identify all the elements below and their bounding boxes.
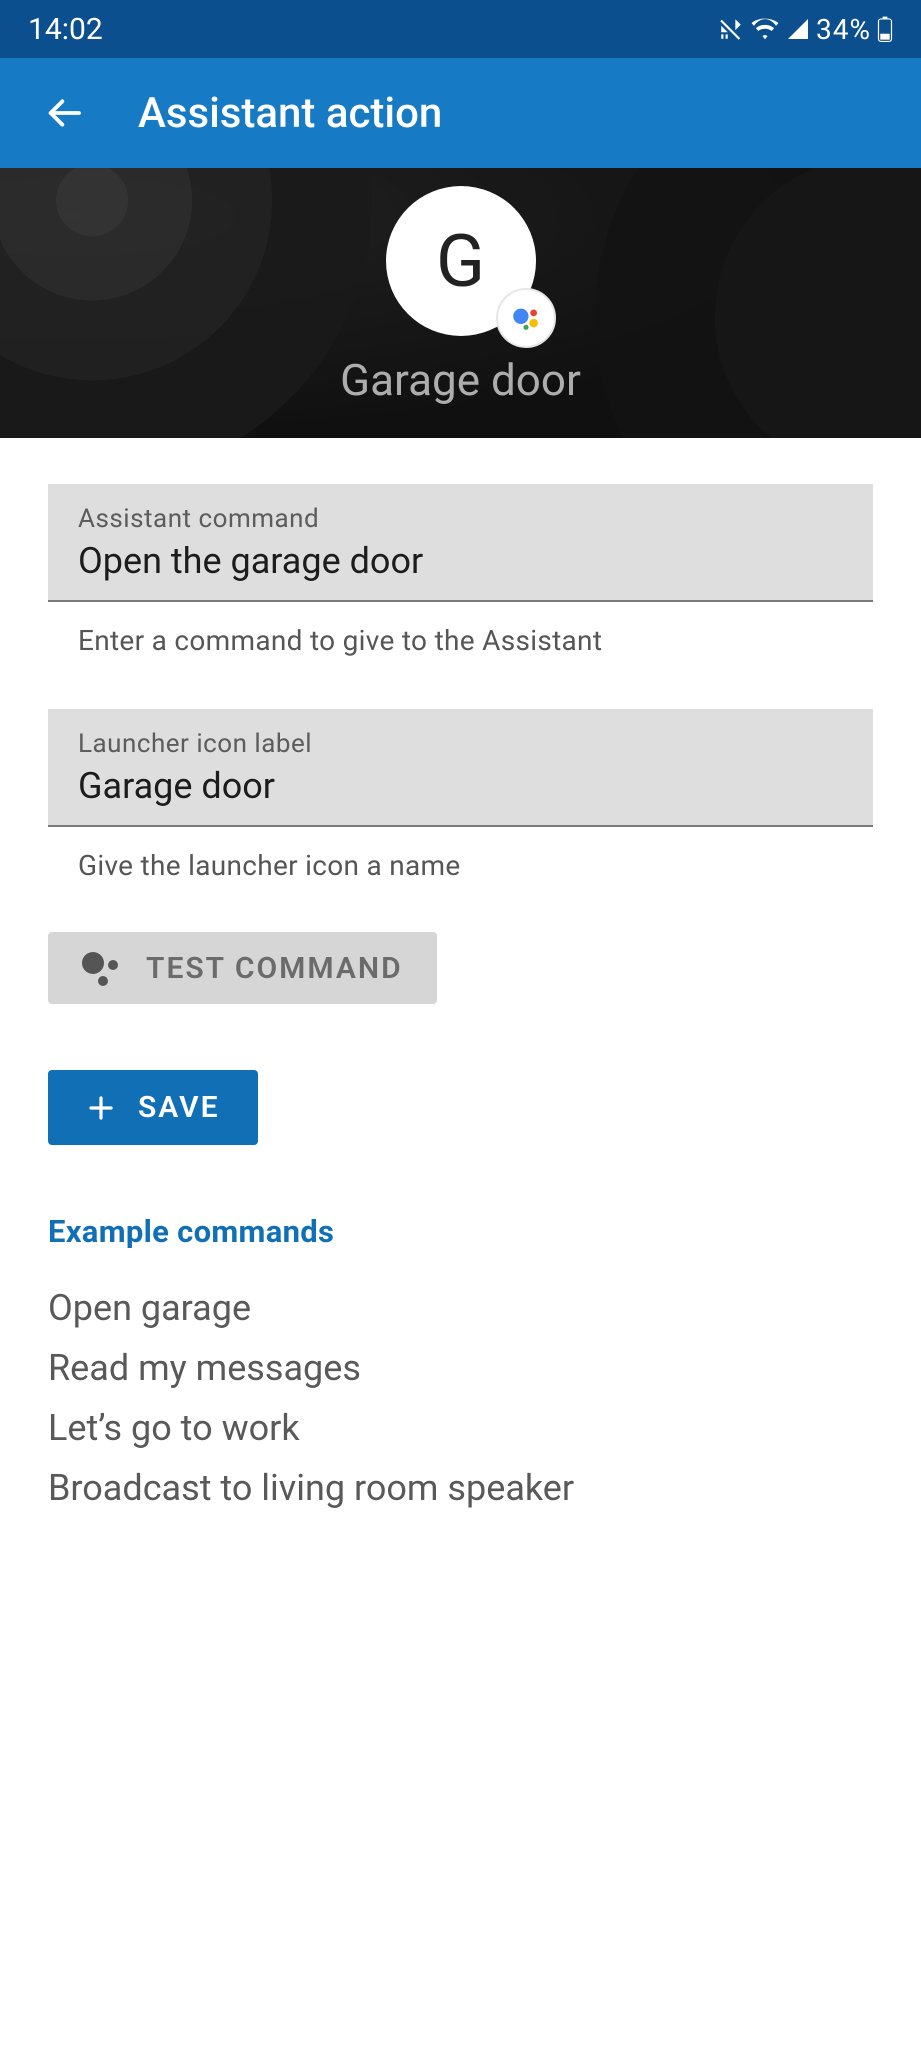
assistant-command-helper: Enter a command to give to the Assistant bbox=[48, 602, 873, 679]
assistant-icon bbox=[496, 288, 556, 348]
status-bar: 14:02 34% bbox=[0, 0, 921, 58]
assistant-command-label: Assistant command bbox=[78, 504, 843, 534]
save-label: SAVE bbox=[138, 1090, 220, 1125]
vibrate-icon bbox=[718, 16, 744, 42]
example-commands: Example commands Open garage Read my mes… bbox=[48, 1213, 873, 1518]
assistant-command-field[interactable]: Assistant command bbox=[48, 484, 873, 602]
wifi-icon bbox=[750, 17, 780, 41]
page-title: Assistant action bbox=[138, 89, 442, 138]
status-right: 34% bbox=[718, 13, 893, 46]
example-commands-title: Example commands bbox=[48, 1213, 873, 1250]
content: Assistant command Enter a command to giv… bbox=[0, 438, 921, 1518]
hero-letter: G bbox=[436, 219, 485, 304]
launcher-label-input[interactable] bbox=[78, 765, 843, 807]
example-item[interactable]: Broadcast to living room speaker bbox=[48, 1458, 873, 1518]
battery-icon bbox=[877, 16, 893, 42]
example-item[interactable]: Let’s go to work bbox=[48, 1398, 873, 1458]
assistant-dots-icon bbox=[82, 950, 124, 986]
plus-icon bbox=[86, 1093, 116, 1123]
hero: G Garage door bbox=[0, 168, 921, 438]
launcher-label-helper: Give the launcher icon a name bbox=[48, 827, 873, 904]
arrow-left-icon bbox=[44, 93, 84, 133]
launcher-label-label: Launcher icon label bbox=[78, 729, 843, 759]
hero-title: Garage door bbox=[340, 354, 581, 406]
example-item[interactable]: Open garage bbox=[48, 1278, 873, 1338]
save-button[interactable]: SAVE bbox=[48, 1070, 258, 1145]
launcher-label-field[interactable]: Launcher icon label bbox=[48, 709, 873, 827]
test-command-label: TEST COMMAND bbox=[146, 951, 403, 986]
assistant-command-input[interactable] bbox=[78, 540, 843, 582]
back-button[interactable] bbox=[36, 85, 92, 141]
test-command-button[interactable]: TEST COMMAND bbox=[48, 932, 437, 1004]
battery-text: 34% bbox=[816, 13, 871, 46]
status-time: 14:02 bbox=[28, 12, 103, 47]
example-item[interactable]: Read my messages bbox=[48, 1338, 873, 1398]
cellular-icon bbox=[786, 17, 810, 41]
app-bar: Assistant action bbox=[0, 58, 921, 168]
hero-avatar: G bbox=[386, 186, 536, 336]
